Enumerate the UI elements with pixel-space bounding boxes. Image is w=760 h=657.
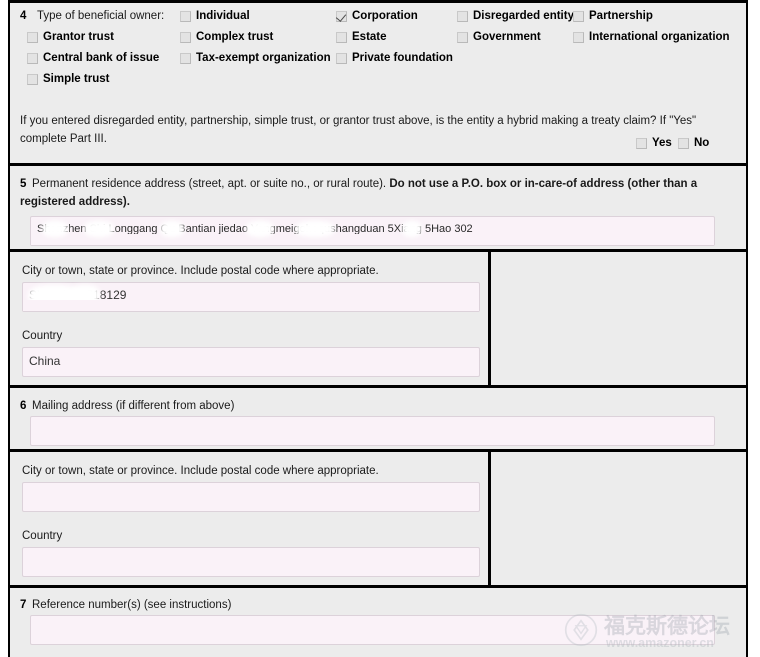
- checkbox-label-grantor-trust: Grantor trust: [43, 31, 114, 43]
- line-6-city-label: City or town, state or province. Include…: [22, 465, 379, 477]
- line-6-number: 6: [20, 400, 27, 412]
- checkbox-private-foundation[interactable]: Private foundation: [336, 52, 453, 65]
- checkbox-government[interactable]: Government: [457, 31, 541, 44]
- line-6-address-section: City or town, state or province. Include…: [10, 452, 746, 588]
- line-6-section: 6 Mailing address (if different from abov…: [10, 388, 746, 452]
- checkbox-box-government[interactable]: [457, 32, 468, 43]
- line-4-row-4: Simple trust: [10, 73, 746, 94]
- checkbox-complex-trust[interactable]: Complex trust: [180, 31, 273, 44]
- line-4-number: 4: [20, 10, 27, 22]
- checkbox-label-international-organization: International organization: [589, 31, 730, 43]
- line-7-prompt: 7 Reference number(s) (see instructions): [20, 596, 736, 614]
- line-5-prompt-normal: Permanent residence address (street, apt…: [32, 178, 390, 190]
- checkbox-box-corporation[interactable]: [336, 11, 347, 22]
- checkbox-label-hybrid-yes: Yes: [652, 137, 672, 149]
- checkbox-individual[interactable]: Individual: [180, 10, 250, 23]
- line-5-number: 5: [20, 178, 27, 190]
- permanent-residence-street-input[interactable]: Shenzhen Shi Longgang Qu Bantian jiedao …: [30, 216, 715, 246]
- line-5-prompt: 5 Permanent residence address (street, ap…: [20, 175, 736, 211]
- line-7-number: 7: [20, 599, 27, 611]
- line-4-row-3: Central bank of issue Tax-exempt organiz…: [10, 52, 746, 73]
- checkbox-label-private-foundation: Private foundation: [352, 52, 453, 64]
- checkbox-label-corporation: Corporation: [352, 10, 418, 22]
- checkbox-grantor-trust[interactable]: Grantor trust: [27, 31, 114, 44]
- line-5-city-input[interactable]: Shenzhen 518129: [22, 282, 480, 312]
- line-6-column-divider: [488, 452, 491, 588]
- mailing-address-street-input[interactable]: [30, 416, 715, 446]
- hybrid-treaty-question: If you entered disregarded entity, partn…: [20, 115, 697, 145]
- checkbox-box-private-foundation[interactable]: [336, 53, 347, 64]
- checkbox-label-central-bank-of-issue: Central bank of issue: [43, 52, 160, 64]
- line-6-country-label: Country: [22, 530, 63, 542]
- checkbox-corporation[interactable]: Corporation: [336, 10, 418, 23]
- line-4-prompt: 4 Type of beneficial owner:: [20, 10, 164, 22]
- line-5-country-input[interactable]: China: [22, 347, 480, 377]
- line-4-row-1: 4 Type of beneficial owner: Individual C…: [10, 10, 746, 31]
- line-6-city-input[interactable]: [22, 482, 480, 512]
- line-7-prompt-text: Reference number(s) (see instructions): [32, 599, 232, 611]
- checkbox-box-tax-exempt-organization[interactable]: [180, 53, 191, 64]
- checkbox-box-estate[interactable]: [336, 32, 347, 43]
- checkbox-box-hybrid-no[interactable]: [678, 138, 689, 149]
- line-6-prompt-text: Mailing address (if different from above…: [32, 400, 235, 412]
- form-page: 4 Type of beneficial owner: Individual C…: [0, 0, 760, 657]
- checkbox-label-complex-trust: Complex trust: [196, 31, 274, 43]
- checkbox-box-complex-trust[interactable]: [180, 32, 191, 43]
- line-4-row-2: Grantor trust Complex trust Estate Gover…: [10, 31, 746, 52]
- reference-number-input[interactable]: [30, 615, 715, 645]
- checkbox-label-simple-trust: Simple trust: [43, 73, 110, 85]
- checkbox-disregarded-entity[interactable]: Disregarded entity: [457, 10, 574, 23]
- checkbox-box-individual[interactable]: [180, 11, 191, 22]
- checkbox-box-simple-trust[interactable]: [27, 74, 38, 85]
- line-6-prompt: 6 Mailing address (if different from abov…: [20, 397, 736, 415]
- checkbox-label-estate: Estate: [352, 31, 387, 43]
- checkbox-tax-exempt-organization[interactable]: Tax-exempt organization: [180, 52, 331, 65]
- checkbox-label-disregarded-entity: Disregarded entity: [473, 10, 574, 22]
- checkbox-box-central-bank-of-issue[interactable]: [27, 53, 38, 64]
- checkbox-label-government: Government: [473, 31, 541, 43]
- checkbox-label-individual: Individual: [196, 10, 250, 22]
- checkbox-international-organization[interactable]: International organization: [573, 31, 730, 44]
- checkbox-box-grantor-trust[interactable]: [27, 32, 38, 43]
- form-frame: 4 Type of beneficial owner: Individual C…: [8, 0, 748, 657]
- line-5-column-divider: [488, 252, 491, 388]
- line-5-country-label: Country: [22, 330, 63, 342]
- checkbox-central-bank-of-issue[interactable]: Central bank of issue: [27, 52, 159, 65]
- checkbox-label-hybrid-no: No: [694, 137, 710, 149]
- line-6-country-input[interactable]: [22, 547, 480, 577]
- checkbox-estate[interactable]: Estate: [336, 31, 387, 44]
- checkbox-box-international-organization[interactable]: [573, 32, 584, 43]
- line-5-city-label: City or town, state or province. Include…: [22, 265, 379, 277]
- checkbox-box-disregarded-entity[interactable]: [457, 11, 468, 22]
- checkbox-box-hybrid-yes[interactable]: [636, 138, 647, 149]
- checkbox-simple-trust[interactable]: Simple trust: [27, 73, 109, 86]
- line-7-section: 7 Reference number(s) (see instructions): [10, 588, 746, 657]
- line-4-section: 4 Type of beneficial owner: Individual C…: [10, 3, 746, 166]
- checkbox-box-partnership[interactable]: [573, 11, 584, 22]
- hybrid-yes-option[interactable]: Yes: [636, 137, 672, 150]
- line-5-section: 5 Permanent residence address (street, ap…: [10, 166, 746, 252]
- line-4-prompt-text: Type of beneficial owner:: [37, 10, 165, 22]
- checkbox-label-tax-exempt-organization: Tax-exempt organization: [196, 52, 331, 64]
- checkbox-label-partnership: Partnership: [589, 10, 653, 22]
- hybrid-no-option[interactable]: No: [678, 137, 709, 150]
- line-5-address-section: City or town, state or province. Include…: [10, 252, 746, 388]
- checkbox-partnership[interactable]: Partnership: [573, 10, 653, 23]
